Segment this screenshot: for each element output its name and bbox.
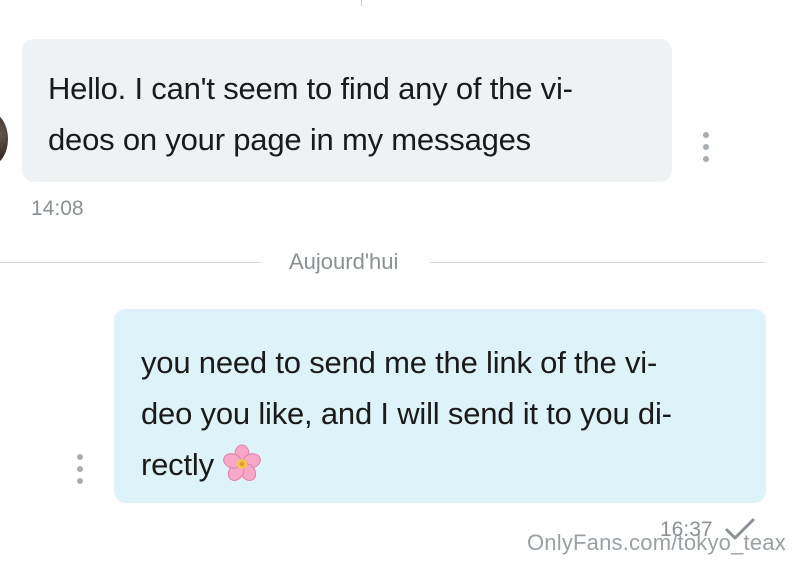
incoming-message-time: 14:08 [31,197,84,220]
message-options-icon[interactable] [700,132,712,162]
date-divider-line [0,262,262,263]
outgoing-message-text: you need to send me the link of the vi- … [141,337,740,490]
message-line: you need to send me the link of the vi- [141,345,658,380]
outgoing-message-bubble[interactable]: you need to send me the link of the vi- … [114,309,766,503]
incoming-message-bubble[interactable]: Hello. I can't seem to find any of the v… [22,39,672,182]
sender-avatar[interactable] [0,113,8,165]
incoming-message-text: Hello. I can't seem to find any of the v… [48,63,646,165]
scroll-indicator [361,0,362,6]
watermark-text: OnlyFans.com/tokyo_teax [527,530,786,555]
message-line: Hello. I can't seem to find any of the v… [48,71,573,106]
chat-view: Hello. I can't seem to find any of the v… [0,0,800,564]
message-line: rectly [141,447,214,482]
cherry-blossom-emoji [223,444,261,481]
date-divider-line [430,262,766,263]
message-line-last: rectly [141,439,740,490]
message-line: deo you like, and I will send it to you … [141,396,672,431]
message-options-icon[interactable] [74,454,86,484]
date-divider-label: Aujourd'hui [289,249,399,274]
message-line: deos on your page in my messages [48,122,531,157]
